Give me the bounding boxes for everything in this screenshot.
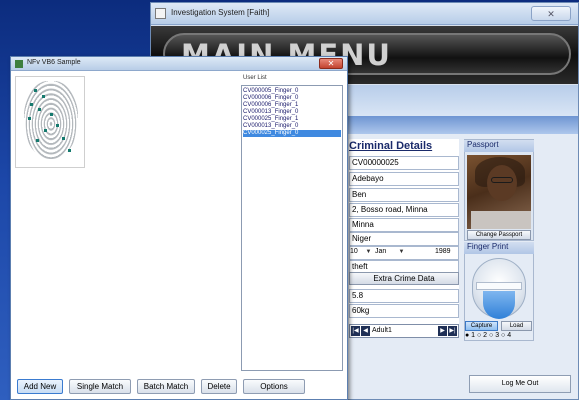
minutia-point	[56, 124, 59, 127]
nfv-sample-window: NFv VB6 Sample ✕ User List CV000005_Fing…	[10, 56, 348, 400]
next-record-icon[interactable]: ▶	[438, 326, 447, 336]
scanner-band	[476, 282, 522, 290]
app-icon	[155, 8, 166, 19]
main-window-title: Investigation System [Faith]	[171, 8, 270, 17]
prev-record-icon[interactable]: ◀	[361, 326, 370, 336]
first-name-field[interactable]: Ben	[349, 188, 459, 202]
minutia-point	[38, 108, 41, 111]
dob-day-dropdown-icon[interactable]: ▼	[364, 248, 373, 257]
list-item[interactable]: CV000013_Finger_0	[243, 109, 341, 116]
list-item[interactable]: CV000025_Finger_1	[243, 116, 341, 123]
photo-shirt	[471, 211, 531, 229]
photo-glasses	[491, 177, 513, 183]
minutia-point	[68, 149, 71, 152]
surname-field[interactable]: Adebayo	[349, 172, 459, 186]
sample-titlebar[interactable]: NFv VB6 Sample ✕	[11, 57, 347, 71]
log-me-out-button[interactable]: Log Me Out	[469, 375, 571, 393]
city-field[interactable]: Minna	[349, 218, 459, 232]
record-name: Adult1	[372, 327, 392, 334]
dob-day[interactable]: 10	[350, 248, 364, 258]
passport-photo	[467, 155, 531, 229]
options-button[interactable]: Options	[243, 379, 305, 394]
list-item[interactable]: CV000013_Finger_0	[243, 123, 341, 130]
minutia-point	[42, 95, 45, 98]
minutia-point	[28, 117, 31, 120]
fingerprint-image	[15, 76, 85, 168]
fingerprint-ridges	[24, 81, 78, 159]
list-item[interactable]: CV000006_Finger_0	[243, 95, 341, 102]
minutia-point	[34, 89, 37, 92]
sample-button-bar: Add New Single Match Batch Match Delete …	[11, 377, 347, 399]
minutia-point	[30, 103, 33, 106]
finger-print-heading: Finger Print	[464, 242, 534, 254]
list-item[interactable]: CV000006_Finger_1	[243, 102, 341, 109]
list-item[interactable]: CV000005_Finger_0	[243, 88, 341, 95]
add-new-button[interactable]: Add New	[17, 379, 63, 394]
dob-month[interactable]: Jan	[375, 248, 399, 258]
state-field[interactable]: Niger	[349, 232, 459, 246]
minutia-point	[36, 139, 39, 142]
passport-heading: Passport	[464, 140, 534, 152]
first-record-icon[interactable]: |◀	[351, 326, 360, 336]
photo-face	[487, 165, 517, 201]
capture-button[interactable]: Capture	[465, 321, 498, 331]
dob-year[interactable]: 1989	[435, 248, 457, 258]
delete-button[interactable]: Delete	[201, 379, 237, 394]
weight-field[interactable]: 60kg	[349, 304, 459, 318]
list-item-selected[interactable]: CV000025_Finger_0	[243, 130, 341, 137]
minutia-point	[62, 137, 65, 140]
main-close-button[interactable]: ✕	[531, 6, 571, 21]
change-passport-button[interactable]: Change Passport	[467, 230, 531, 240]
single-match-button[interactable]: Single Match	[69, 379, 131, 394]
sample-app-icon	[15, 60, 23, 68]
sample-close-button[interactable]: ✕	[319, 58, 343, 69]
user-list-label: User List	[243, 75, 267, 81]
minutia-point	[50, 113, 53, 116]
crime-value: theft	[352, 262, 368, 271]
criminal-details-heading: Criminal Details	[349, 140, 433, 152]
height-field[interactable]: 5.8	[349, 289, 459, 303]
record-navigator: |◀ ◀ Adult1 ▶ ▶|	[349, 324, 459, 338]
user-list[interactable]: CV000005_Finger_0 CV000006_Finger_0 CV00…	[241, 85, 343, 371]
main-titlebar[interactable]: Investigation System [Faith] ✕	[151, 3, 578, 25]
batch-match-button[interactable]: Batch Match	[137, 379, 195, 394]
sample-window-title: NFv VB6 Sample	[27, 59, 81, 66]
address-field[interactable]: 2, Bosso road, Minna	[349, 203, 459, 217]
last-record-icon[interactable]: ▶|	[448, 326, 457, 336]
extra-crime-data-button[interactable]: Extra Crime Data	[349, 272, 459, 285]
load-button[interactable]: Load	[501, 321, 532, 331]
dob-month-dropdown-icon[interactable]: ▼	[397, 248, 406, 257]
minutia-point	[44, 129, 47, 132]
finger-radio-group[interactable]: ● 1 ○ 2 ○ 3 ○ 4	[465, 331, 535, 341]
criminal-id-field[interactable]: CV00000025	[349, 156, 459, 170]
